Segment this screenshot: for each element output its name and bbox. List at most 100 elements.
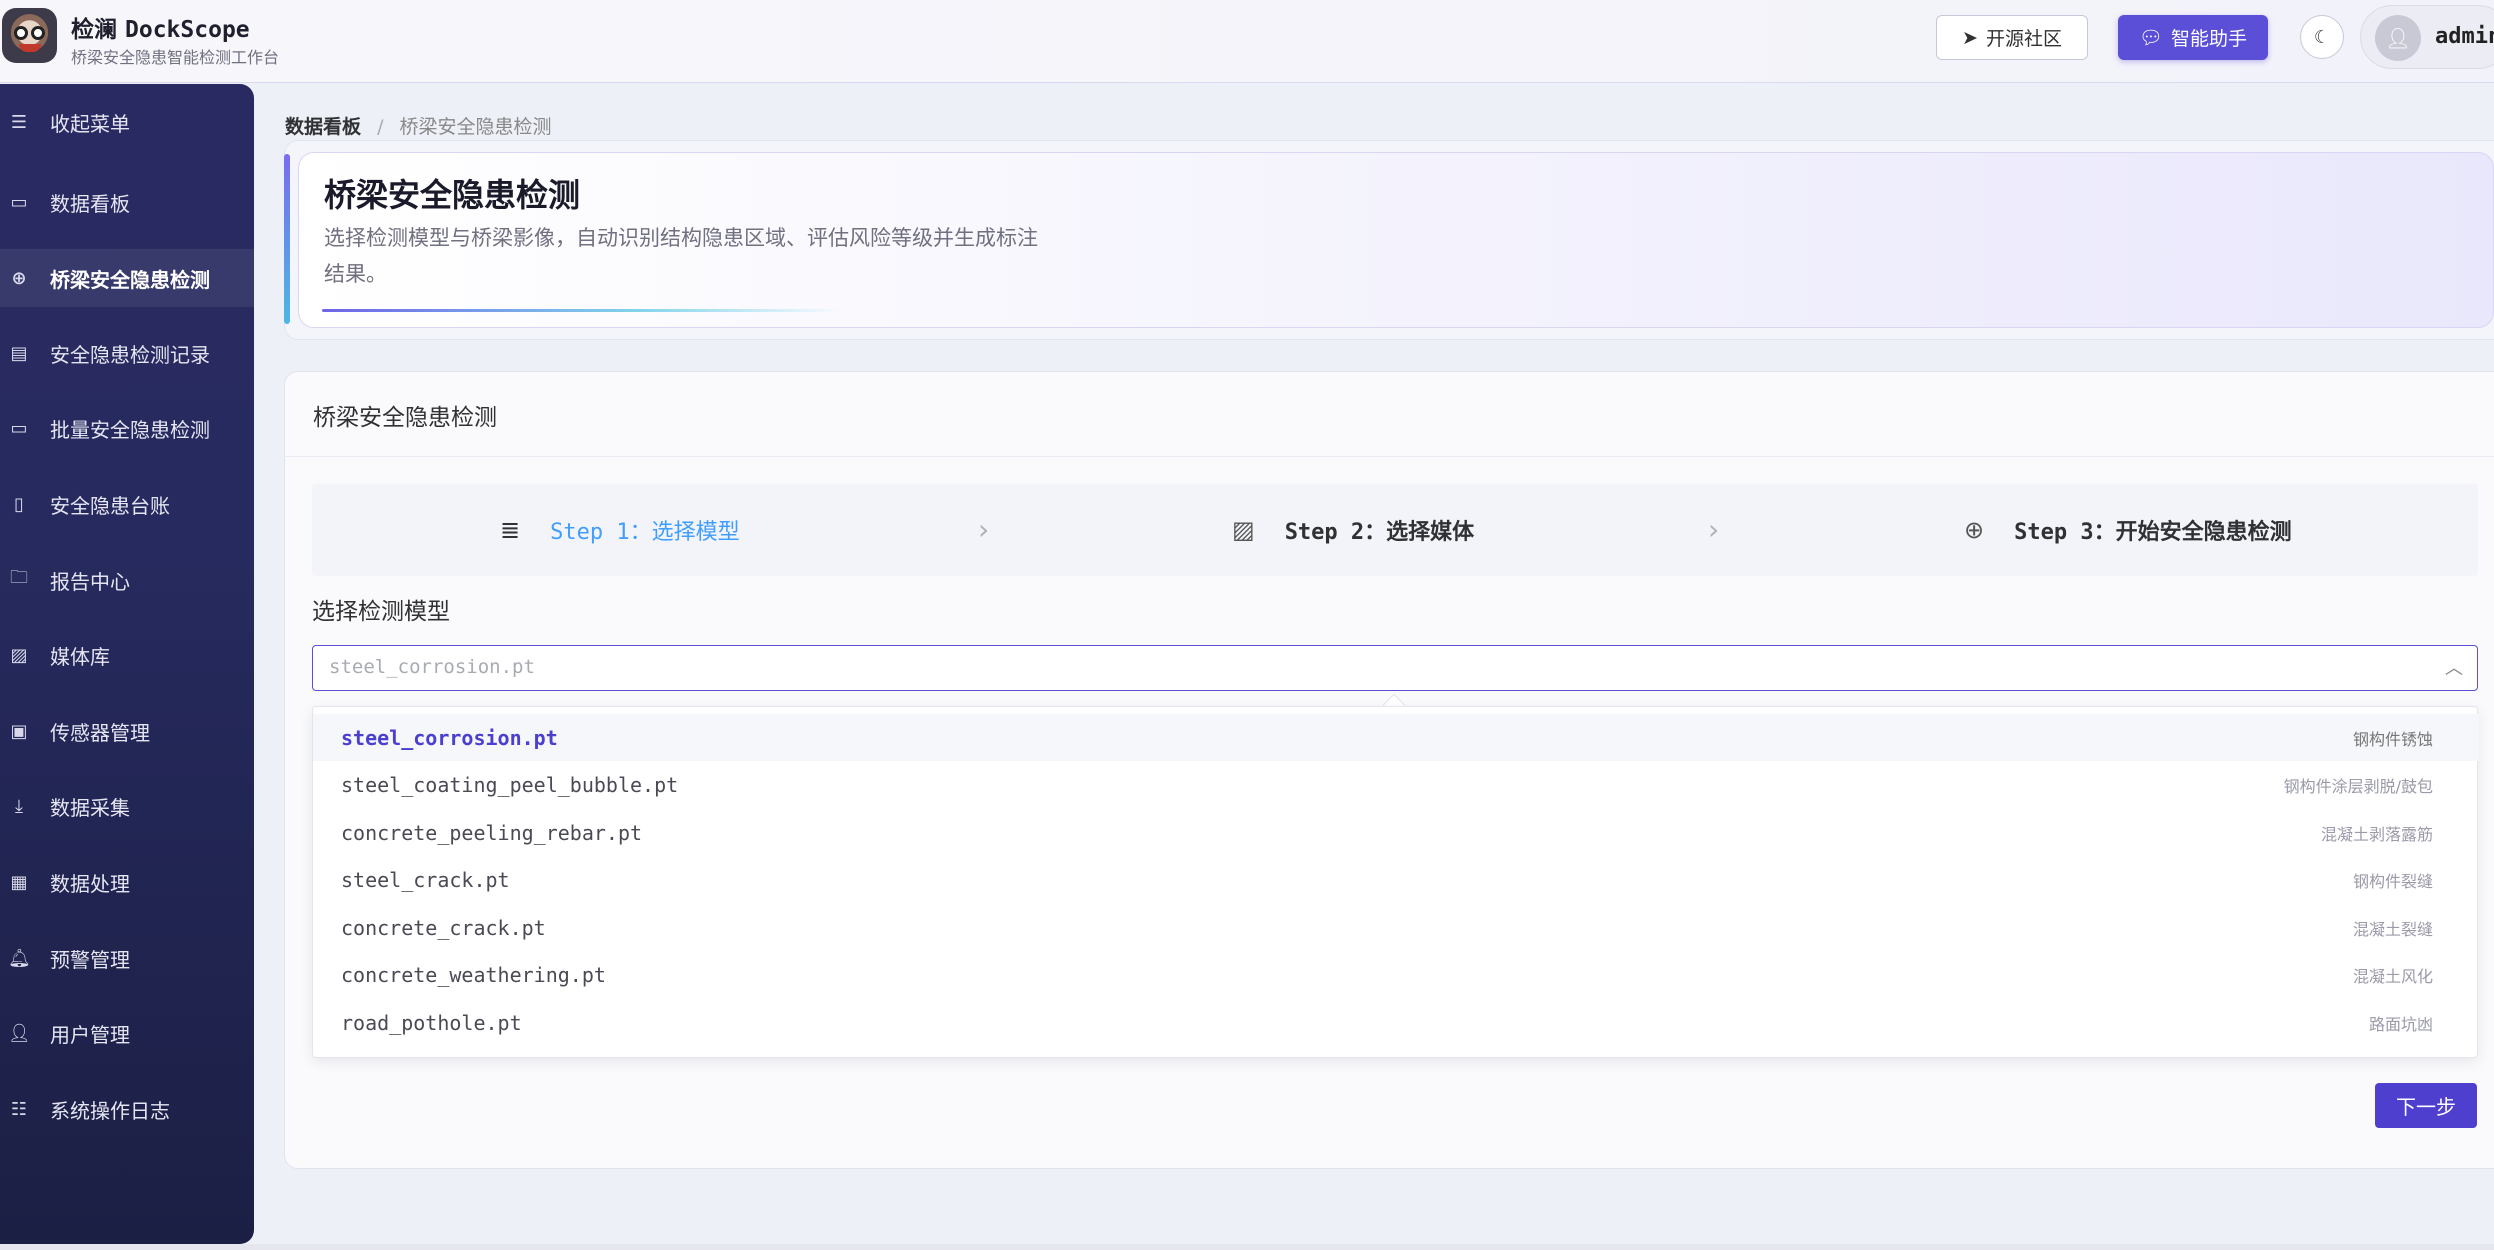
sidebar-item-ledger[interactable]: ▯ 安全隐患台账	[0, 475, 254, 533]
option-desc: 钢构件锈蚀	[2352, 729, 2433, 749]
clipboard-icon: ▤	[10, 342, 28, 364]
collapse-menu-button[interactable]: ☰ 收起菜单	[0, 93, 254, 151]
option-name: concrete_peeling_rebar.pt	[341, 820, 643, 845]
data-chart-icon: ▦	[10, 871, 28, 893]
app-title-en: DockScope	[125, 17, 250, 43]
step-2-label: Step 2：选择媒体	[1284, 520, 1475, 545]
sidebar-item-data-collection[interactable]: ⤓ 数据采集	[0, 777, 254, 835]
ai-assistant-button[interactable]: 💬︎ 智能助手	[2118, 15, 2268, 60]
step-1: ≣ Step 1：选择模型	[500, 514, 740, 546]
sidebar-item-label: 报告中心	[50, 569, 130, 594]
image-icon: ▨	[10, 644, 28, 666]
crosshair-icon: ⊕	[11, 267, 27, 289]
image-icon: ▨	[1232, 516, 1255, 544]
sidebar-item-label: 数据处理	[50, 871, 130, 896]
sidebar-item-alert-management[interactable]: 🔔︎ 预警管理	[0, 929, 254, 987]
sidebar-item-report-center[interactable]: 🗀 报告中心	[0, 551, 254, 609]
sliders-icon: ☷	[10, 1098, 28, 1120]
hero-underline	[322, 309, 842, 312]
app-title: 检澜 DockScope	[71, 10, 250, 44]
moon-icon: ☾	[2313, 26, 2331, 48]
model-option-concrete-crack[interactable]: concrete_crack.pt 混凝土裂缝	[313, 904, 2479, 951]
card-title: 桥梁安全隐患检测	[313, 405, 497, 431]
stack-icon: ▭	[10, 417, 28, 439]
menu-collapse-icon: ☰	[10, 111, 28, 133]
sidebar-item-sensor-management[interactable]: ▣ 传感器管理	[0, 702, 254, 760]
breadcrumb-current: 桥梁安全隐患检测	[399, 116, 552, 138]
sidebar-item-label: 安全隐患台账	[50, 493, 170, 518]
bell-icon: 🔔︎	[8, 947, 31, 969]
breadcrumb: 数据看板 / 桥梁安全隐患检测	[285, 112, 552, 139]
next-step-button[interactable]: 下一步	[2375, 1083, 2477, 1128]
option-name: steel_coating_peel_bubble.pt	[341, 772, 679, 797]
top-header: 检澜 DockScope 桥梁安全隐患智能检测工作台 ➤ 开源社区 💬︎ 智能助…	[0, 0, 2494, 83]
model-option-concrete-peeling-rebar[interactable]: concrete_peeling_rebar.pt 混凝土剥落露筋	[313, 809, 2479, 856]
sidebar-item-detection-records[interactable]: ▤ 安全隐患检测记录	[0, 324, 254, 382]
sidebar-item-bridge-detection[interactable]: ⊕ 桥梁安全隐患检测	[0, 249, 254, 307]
avatar: 👤︎	[2375, 15, 2421, 61]
user-name: admin	[2435, 24, 2494, 49]
assistant-label: 智能助手	[2171, 28, 2248, 50]
model-option-road-pothole[interactable]: road_pothole.pt 路面坑凼	[313, 999, 2479, 1046]
model-option-concrete-weathering[interactable]: concrete_weathering.pt 混凝土风化	[313, 951, 2479, 998]
sidebar-item-label: 传感器管理	[50, 720, 150, 745]
sidebar-item-label: 数据采集	[50, 795, 130, 820]
option-desc: 混凝土剥落露筋	[2320, 824, 2433, 844]
option-desc: 钢构件涂层剥脱/鼓包	[2283, 776, 2433, 796]
option-name: steel_corrosion.pt	[341, 725, 558, 750]
robot-logo-icon	[2, 8, 57, 63]
sidebar-item-dashboard[interactable]: ▭ 数据看板	[0, 173, 254, 231]
open-source-community-button[interactable]: ➤ 开源社区	[1936, 15, 2088, 60]
sidebar-item-media-library[interactable]: ▨ 媒体库	[0, 626, 254, 684]
user-icon: 👤︎	[2385, 26, 2411, 50]
user-menu[interactable]: 👤︎ admin	[2360, 5, 2494, 69]
sidebar-item-label: 桥梁安全隐患检测	[50, 267, 210, 292]
sidebar-item-data-processing[interactable]: ▦ 数据处理	[0, 853, 254, 911]
model-option-steel-corrosion[interactable]: steel_corrosion.pt 钢构件锈蚀	[313, 714, 2479, 761]
chevron-right-icon: ›	[978, 513, 990, 546]
option-name: concrete_crack.pt	[341, 915, 546, 940]
page-description: 选择检测模型与桥梁影像，自动识别结构隐患区域、评估风险等级并生成标注结果。	[324, 226, 1038, 286]
bottom-strip	[0, 1244, 2494, 1250]
chevron-right-icon: ›	[1708, 513, 1720, 546]
chevron-up-icon: ︿	[2445, 658, 2463, 679]
sidebar-item-label: 用户管理	[50, 1022, 130, 1047]
sidebar-item-label: 系统操作日志	[50, 1098, 170, 1123]
card-header	[284, 371, 2494, 457]
step-3: ⊕ Step 3：开始安全隐患检测	[1964, 514, 2292, 546]
page-title: 桥梁安全隐患检测	[324, 176, 581, 214]
sidebar-item-label: 预警管理	[50, 947, 130, 972]
collapse-menu-label: 收起菜单	[50, 111, 130, 136]
model-option-steel-coating-peel-bubble[interactable]: steel_coating_peel_bubble.pt 钢构件涂层剥脱/鼓包	[313, 761, 2479, 808]
option-desc: 路面坑凼	[2368, 1014, 2433, 1034]
folder-icon: 🗀	[10, 567, 28, 588]
step-1-label: Step 1：选择模型	[550, 520, 740, 545]
sidebar-item-label: 数据看板	[50, 191, 130, 216]
step-3-label: Step 3：开始安全隐患检测	[2014, 520, 2292, 545]
sidebar-item-operation-log[interactable]: ☷ 系统操作日志	[0, 1080, 254, 1138]
presentation-board-icon: ▭	[10, 191, 28, 213]
step-2: ▨ Step 2：选择媒体	[1232, 514, 1474, 546]
database-icon: ≣	[500, 516, 521, 544]
app-subtitle: 桥梁安全隐患智能检测工作台	[71, 48, 280, 67]
user-icon: 👤︎	[8, 1022, 31, 1044]
breadcrumb-root[interactable]: 数据看板	[285, 116, 361, 138]
option-desc: 混凝土裂缝	[2352, 919, 2433, 939]
sidebar-item-user-management[interactable]: 👤︎ 用户管理	[0, 1004, 254, 1062]
chip-icon: ▣	[10, 720, 28, 742]
dark-mode-toggle[interactable]: ☾	[2300, 15, 2344, 59]
download-icon: ⤓	[15, 795, 23, 817]
model-select-placeholder: steel_corrosion.pt	[329, 656, 535, 678]
sidebar-item-batch-detection[interactable]: ▭ 批量安全隐患检测	[0, 399, 254, 457]
model-dropdown: steel_corrosion.pt 钢构件锈蚀 steel_coating_p…	[312, 706, 2479, 1058]
option-name: steel_crack.pt	[341, 867, 510, 892]
option-name: road_pothole.pt	[341, 1010, 522, 1035]
option-desc: 钢构件裂缝	[2352, 871, 2433, 891]
ledger-book-icon: ▯	[14, 493, 24, 515]
paper-plane-icon: ➤	[1962, 26, 1978, 49]
model-option-steel-crack[interactable]: steel_crack.pt 钢构件裂缝	[313, 856, 2479, 903]
model-select[interactable]: steel_corrosion.pt ︿	[312, 645, 2478, 691]
community-label: 开源社区	[1985, 28, 2062, 50]
model-field-label: 选择检测模型	[312, 599, 450, 625]
sidebar-item-label: 媒体库	[50, 644, 110, 669]
